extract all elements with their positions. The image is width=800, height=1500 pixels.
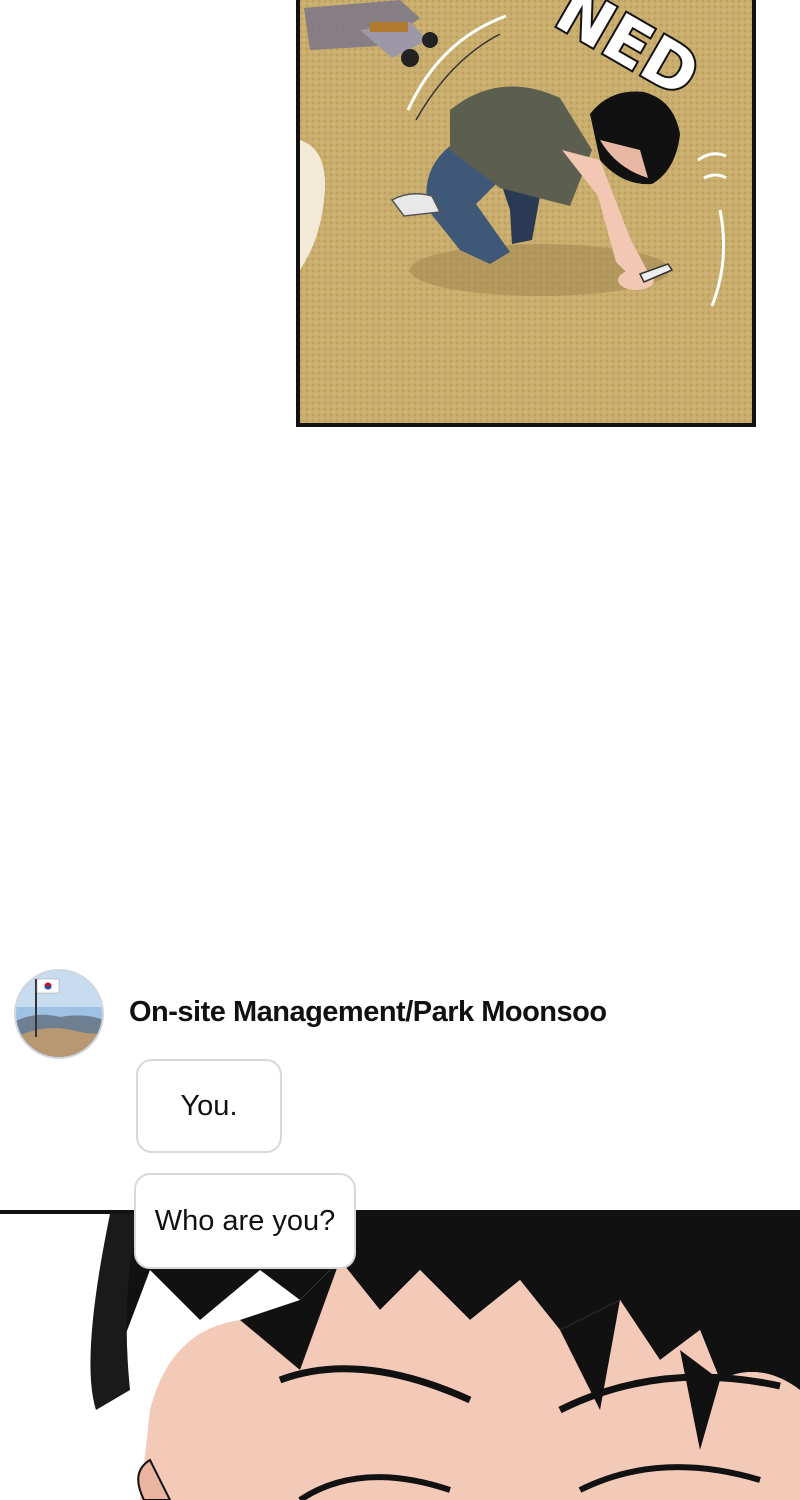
sender-avatar[interactable] <box>14 969 104 1059</box>
panel-illustration: NED <box>300 0 752 423</box>
chat-bubble: You. <box>136 1059 282 1153</box>
chat-message-text: Who are you? <box>154 1204 336 1237</box>
comic-panel-kneeling-man: NED <box>296 0 756 427</box>
chat-bubble: Who are you? <box>134 1173 356 1269</box>
closeup-illustration <box>0 1210 800 1500</box>
avatar-image <box>16 971 102 1057</box>
korean-flag-icon <box>36 978 60 994</box>
chat-message-text: You. <box>180 1089 238 1122</box>
sender-name: On-site Management/Park Moonsoo <box>129 996 607 1028</box>
comic-panel-closeup-face <box>0 1210 800 1500</box>
